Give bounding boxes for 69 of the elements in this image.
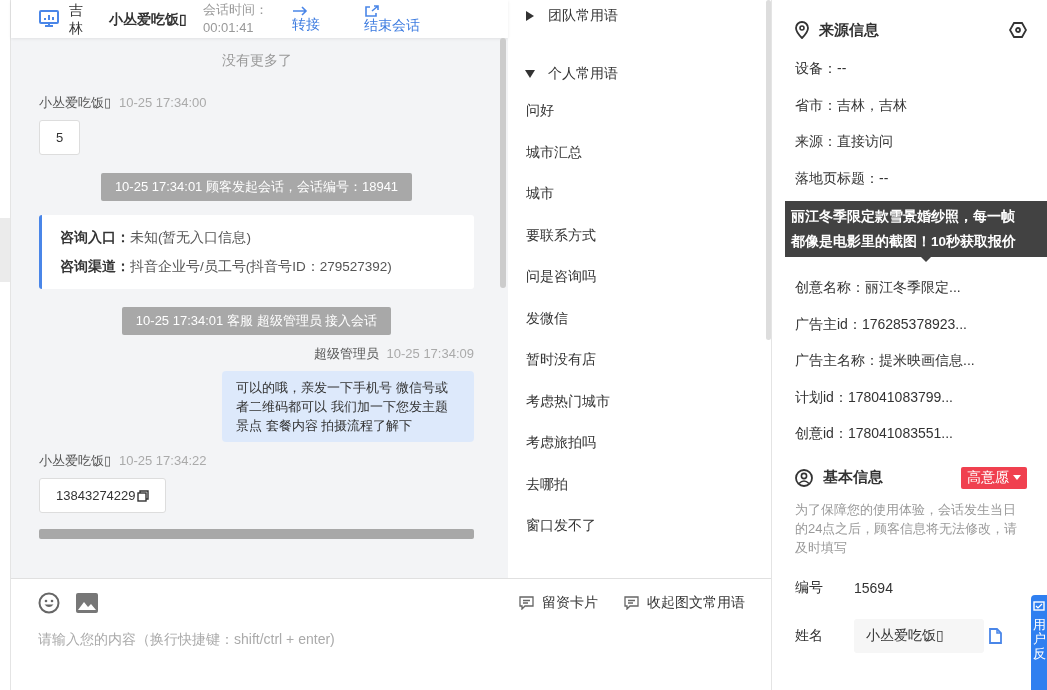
- message-text: 5: [56, 130, 64, 145]
- tooltip-pointer: [921, 257, 931, 262]
- phrase-item[interactable]: 城市汇总: [526, 131, 757, 173]
- message-icon: [624, 596, 639, 610]
- source-field: 来源：直接访问: [795, 123, 1027, 160]
- location-icon: [795, 21, 809, 39]
- system-message: 10-25 17:34:01 顾客发起会话，会话编号：18941: [100, 173, 413, 201]
- phrase-item[interactable]: 去哪拍: [526, 463, 757, 505]
- notice-text: 为了保障您的使用体验，会话发生当日的24点之后，顾客信息将无法修改，请及时填写: [795, 500, 1019, 557]
- region-text: 吉林: [69, 1, 83, 37]
- intent-dropdown[interactable]: 高意愿: [961, 466, 1027, 489]
- phrase-item[interactable]: 发微信: [526, 297, 757, 339]
- message-time: 10-25 17:34:00: [119, 95, 207, 110]
- feedback-icon: [1033, 601, 1045, 612]
- source-field: 落地页标题：--: [795, 159, 1027, 196]
- emoji-icon[interactable]: [38, 592, 60, 614]
- toolbar-button[interactable]: 收起图文常用语: [624, 594, 745, 612]
- sender-name: 小丛爱吃饭▯: [39, 453, 111, 468]
- caret-icon: [1013, 474, 1021, 481]
- source-field: 设备：--: [795, 50, 1027, 87]
- field-value: 15694: [854, 579, 893, 596]
- user-icon: [795, 468, 813, 487]
- phrase-item[interactable]: 城市: [526, 173, 757, 215]
- info-line: 咨询渠道：抖音企业号/员工号(抖音号ID：279527392): [60, 258, 393, 276]
- source-field: 广告主名称：提米映画信息...: [795, 342, 1027, 379]
- sender-name: 超级管理员: [313, 346, 379, 361]
- sender-name: 小丛爱吃饭▯: [39, 95, 111, 110]
- source-field: 计划id：178041083799...: [795, 378, 1027, 415]
- field-label: 姓名: [795, 626, 824, 645]
- copy-icon[interactable]: [136, 489, 149, 502]
- name-field[interactable]: 小丛爱吃饭▯: [854, 618, 984, 653]
- feedback-tab[interactable]: 用户反: [1031, 595, 1047, 690]
- scrollbar[interactable]: [766, 0, 771, 340]
- phrase-group[interactable]: 个人常用语: [526, 58, 757, 90]
- source-field: 创意名称：丽江冬季限定...: [795, 269, 1027, 306]
- phrase-item[interactable]: 考虑热门城市: [526, 380, 757, 422]
- monitor-icon: [39, 10, 59, 28]
- toolbar-button[interactable]: 留资卡片: [519, 594, 598, 612]
- phrase-item[interactable]: 窗口发不了: [526, 505, 757, 547]
- field-label: 编号: [795, 578, 824, 597]
- tooltip: 丽江冬季限定款雪景婚纱照，每一帧 都像是电影里的截图！10秒获取报价: [785, 201, 1047, 257]
- phrase-item[interactable]: 问是咨询吗: [526, 256, 757, 298]
- phrase-item[interactable]: 考虑旅拍吗: [526, 422, 757, 464]
- arrow-icon: [292, 6, 308, 16]
- exit-icon: [364, 5, 380, 17]
- customer-name: 小丛爱吃饭▯: [109, 10, 188, 28]
- session-duration: 会话时间： 00:01:41: [203, 1, 268, 37]
- message-text: 13843274229: [56, 488, 136, 503]
- scrollbar[interactable]: [500, 38, 506, 288]
- source-field: 广告主id：176285378923...: [795, 305, 1027, 342]
- phrase-group[interactable]: 团队常用语: [526, 0, 757, 32]
- section-title: 基本信息: [823, 468, 883, 487]
- settings-icon[interactable]: [1009, 21, 1027, 39]
- section-title: 来源信息: [819, 20, 879, 40]
- phrase-item[interactable]: 问好: [526, 90, 757, 132]
- source-field: 创意id：178041083551...: [795, 415, 1027, 452]
- source-field: 省市：吉林，吉林: [795, 86, 1027, 123]
- message-time: 10-25 17:34:09: [386, 346, 474, 361]
- phrase-item[interactable]: 暂时没有店: [526, 339, 757, 381]
- system-message: 10-25 17:34:01 客服 超级管理员 接入会话: [121, 307, 392, 335]
- message-time: 10-25 17:34:22: [119, 453, 207, 468]
- phrase-item[interactable]: 要联系方式: [526, 214, 757, 256]
- transfer-button[interactable]: 转接: [292, 6, 320, 32]
- no-more-text: 没有更多了: [220, 51, 293, 70]
- end-session-button[interactable]: 结束会话: [364, 5, 420, 33]
- message-text: 可以的哦，亲发一下手机号 微信号或者二维码都可以 我们加一下您发主题景点 套餐内容 拍摄流程了解下: [236, 380, 448, 433]
- image-icon[interactable]: [76, 593, 98, 613]
- info-line: 咨询入口：未知(暂无入口信息): [60, 229, 252, 247]
- message-icon: [519, 596, 534, 610]
